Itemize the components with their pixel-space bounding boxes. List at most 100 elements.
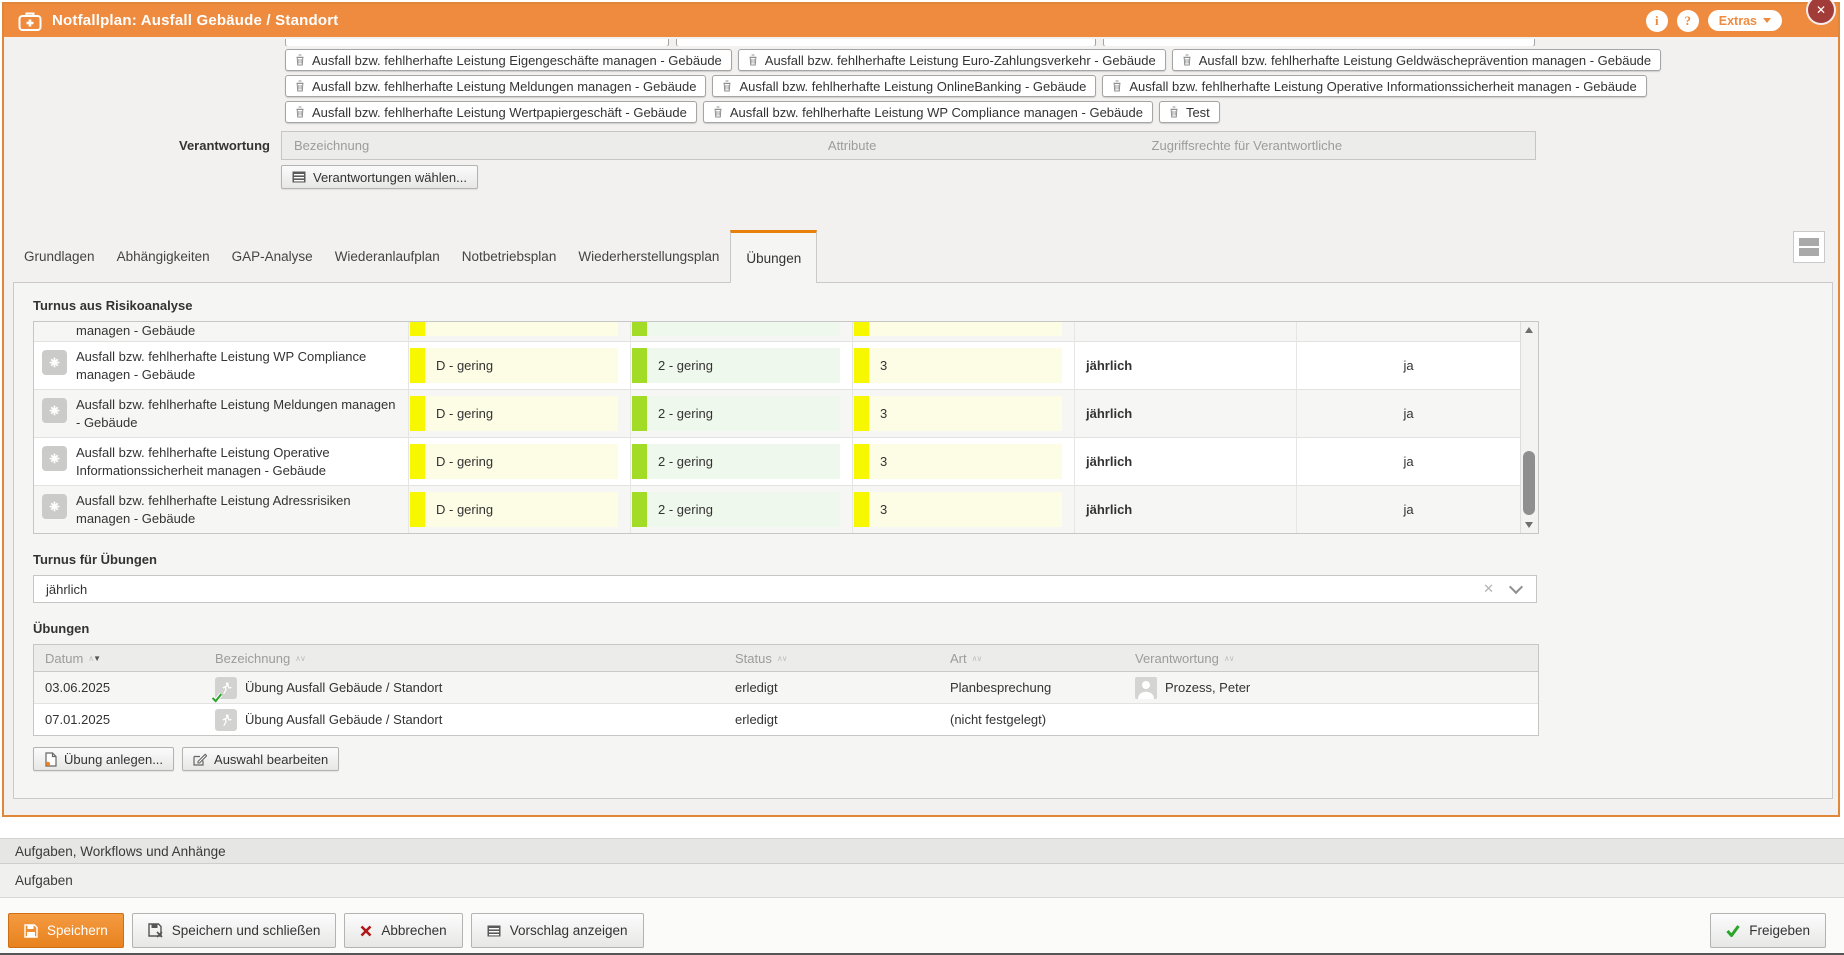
save-button[interactable]: Speichern	[8, 913, 124, 948]
service-tag[interactable]: Ausfall bzw. fehlherhafte Leistung Euro-…	[738, 49, 1166, 71]
clear-icon[interactable]: ✕	[1483, 581, 1494, 597]
uebungen-table: Datum∧▼ Bezeichnung∧∨ Status∧∨ Art∧∨ Ver…	[33, 644, 1539, 736]
sort-icons: ∧∨	[295, 654, 305, 663]
service-tag[interactable]: Ausfall bzw. fehlherhafte Leistung Wertp…	[285, 101, 697, 123]
extras-button[interactable]: Extras	[1708, 10, 1782, 31]
rows-icon	[1799, 248, 1819, 256]
damage-value: D - gering	[425, 444, 618, 479]
info-icon[interactable]: i	[1646, 10, 1668, 32]
dialog-title: Notfallplan: Ausfall Gebäude / Standort	[52, 12, 338, 29]
section-header-label: Aufgaben, Workflows und Anhänge	[15, 844, 226, 859]
probability-value: 2 - gering	[647, 444, 840, 479]
help-icon[interactable]: ?	[1677, 10, 1699, 32]
sort-icons: ∧▼	[88, 654, 100, 663]
status-cell: erledigt	[724, 680, 939, 695]
service-tag[interactable]: Ausfall bzw. fehlherhafte Leistung Eigen…	[285, 49, 732, 71]
verantwortungen-waehlen-button[interactable]: Verantwortungen wählen...	[281, 165, 478, 189]
turnus-select[interactable]: jährlich ✕	[33, 575, 1537, 603]
save-and-close-button[interactable]: Speichern und schließen	[132, 913, 337, 948]
footer-action-bar: Speichern Speichern und schließen Abbrec…	[0, 898, 1844, 953]
table-row[interactable]: Ausfall bzw. fehlherhafte Leistung Adres…	[34, 486, 1520, 533]
level-indicator	[854, 348, 869, 383]
risk-name: Ausfall bzw. fehlherhafte Leistung Adres…	[76, 492, 398, 527]
table-row[interactable]: 07.01.2025 Übung Ausfall Gebäude / Stand…	[34, 704, 1538, 735]
column-header-attribute: Attribute	[828, 138, 876, 153]
exercise-icon	[215, 709, 237, 731]
table-row[interactable]: Ausfall bzw. fehlherhafte Leistung Meldu…	[34, 390, 1520, 438]
service-tag[interactable]: Ausfall bzw. fehlherhafte Leistung Meldu…	[285, 75, 706, 97]
auswahl-bearbeiten-button[interactable]: Auswahl bearbeiten	[182, 747, 339, 771]
rows-icon	[1799, 238, 1819, 246]
column-header-art[interactable]: Art∧∨	[939, 651, 1124, 666]
tag-label: Test	[1186, 105, 1210, 120]
release-button[interactable]: Freigeben	[1710, 913, 1826, 948]
level-indicator	[854, 492, 869, 527]
table-row-partial[interactable]: managen - Gebäude	[34, 322, 1520, 342]
chevron-down-icon[interactable]	[1509, 580, 1523, 594]
button-label: Verantwortungen wählen...	[313, 170, 467, 185]
relevant-value: ja	[1297, 438, 1520, 485]
cancel-button[interactable]: Abbrechen	[344, 913, 462, 948]
relevant-value: ja	[1297, 486, 1520, 533]
column-header-bezeichnung[interactable]: Bezeichnung∧∨	[204, 651, 724, 666]
service-tag[interactable]: Ausfall bzw. fehlherhafte Leistung WP Co…	[703, 101, 1153, 123]
tab-gap-analyse[interactable]: GAP-Analyse	[221, 230, 324, 283]
column-header-zugriffsrechte: Zugriffsrechte für Verantwortliche	[1152, 138, 1343, 153]
column-header-datum[interactable]: Datum∧▼	[34, 651, 204, 666]
button-label: Auswahl bearbeiten	[214, 752, 328, 767]
vertical-scrollbar[interactable]	[1520, 322, 1538, 533]
bezeichnung-cell: Übung Ausfall Gebäude / Standort	[204, 709, 724, 731]
section-header-workflows[interactable]: Aufgaben, Workflows und Anhänge	[0, 838, 1844, 864]
damage-cell: D - gering	[409, 342, 631, 389]
tab-notbetriebsplan[interactable]: Notbetriebsplan	[451, 230, 568, 283]
probability-indicator	[632, 444, 647, 479]
column-header-verantwortung[interactable]: Verantwortung∧∨	[1124, 651, 1538, 666]
tab-grundlagen[interactable]: Grundlagen	[13, 230, 106, 283]
sort-icons: ∧∨	[777, 654, 787, 663]
tag-stub[interactable]	[1103, 39, 1535, 46]
service-tag[interactable]: Ausfall bzw. fehlherhafte Leistung Opera…	[1102, 75, 1646, 97]
risk-name: Ausfall bzw. fehlherhafte Leistung Meldu…	[76, 396, 398, 431]
tab-uebungen[interactable]: Übungen	[730, 230, 817, 283]
level-indicator	[854, 396, 869, 431]
tag-stub[interactable]	[676, 39, 1096, 46]
tag-stub[interactable]	[285, 39, 669, 46]
scroll-down-icon[interactable]	[1525, 522, 1533, 528]
verantwortung-label: Verantwortung	[4, 138, 270, 153]
done-check-icon	[211, 693, 222, 703]
table-row[interactable]: 03.06.2025 Übung Ausfall Gebäude / Stand…	[34, 672, 1538, 704]
service-tag[interactable]: Ausfall bzw. fehlherhafte Leistung Onlin…	[712, 75, 1096, 97]
severity-indicator	[410, 492, 425, 527]
uebung-anlegen-button[interactable]: Übung anlegen...	[33, 747, 174, 771]
datum-cell: 07.01.2025	[34, 712, 204, 727]
dialog-body: Ausfall bzw. fehlherhafte Leistung Eigen…	[4, 37, 1838, 813]
tag-row: Ausfall bzw. fehlherhafte Leistung Meldu…	[285, 75, 1541, 97]
application-window: Notfallplan: Ausfall Gebäude / Standort …	[0, 0, 1844, 955]
probability-indicator	[632, 348, 647, 383]
severity-indicator	[410, 348, 425, 383]
responsible-name: Prozess, Peter	[1165, 680, 1250, 695]
scrollbar-thumb[interactable]	[1523, 451, 1535, 515]
close-icon[interactable]: ✕	[1806, 0, 1836, 25]
scroll-up-icon[interactable]	[1525, 327, 1533, 333]
show-proposal-button[interactable]: Vorschlag anzeigen	[471, 913, 644, 948]
damage-value: D - gering	[425, 396, 618, 431]
button-label: Vorschlag anzeigen	[510, 923, 628, 938]
list-icon	[292, 171, 306, 183]
tab-wiederherstellungsplan[interactable]: Wiederherstellungsplan	[567, 230, 730, 283]
column-header-status[interactable]: Status∧∨	[724, 651, 939, 666]
layout-toggle-button[interactable]	[1793, 231, 1825, 263]
damage-cell: D - gering	[409, 390, 631, 437]
tab-wiederanlaufplan[interactable]: Wiederanlaufplan	[324, 230, 451, 283]
table-row[interactable]: Ausfall bzw. fehlherhafte Leistung WP Co…	[34, 342, 1520, 390]
button-label: Abbrechen	[381, 923, 446, 938]
service-tag[interactable]: Test	[1159, 101, 1220, 123]
tab-abhaengigkeiten[interactable]: Abhängigkeiten	[106, 230, 221, 283]
level-cell: 3	[853, 438, 1075, 485]
section-header-label: Aufgaben	[15, 873, 73, 888]
table-row[interactable]: Ausfall bzw. fehlherhafte Leistung Opera…	[34, 438, 1520, 486]
relevant-value: ja	[1297, 390, 1520, 437]
risk-item-icon	[42, 494, 67, 519]
service-tag[interactable]: Ausfall bzw. fehlherhafte Leistung Geldw…	[1172, 49, 1661, 71]
section-header-aufgaben[interactable]: Aufgaben	[0, 864, 1844, 898]
